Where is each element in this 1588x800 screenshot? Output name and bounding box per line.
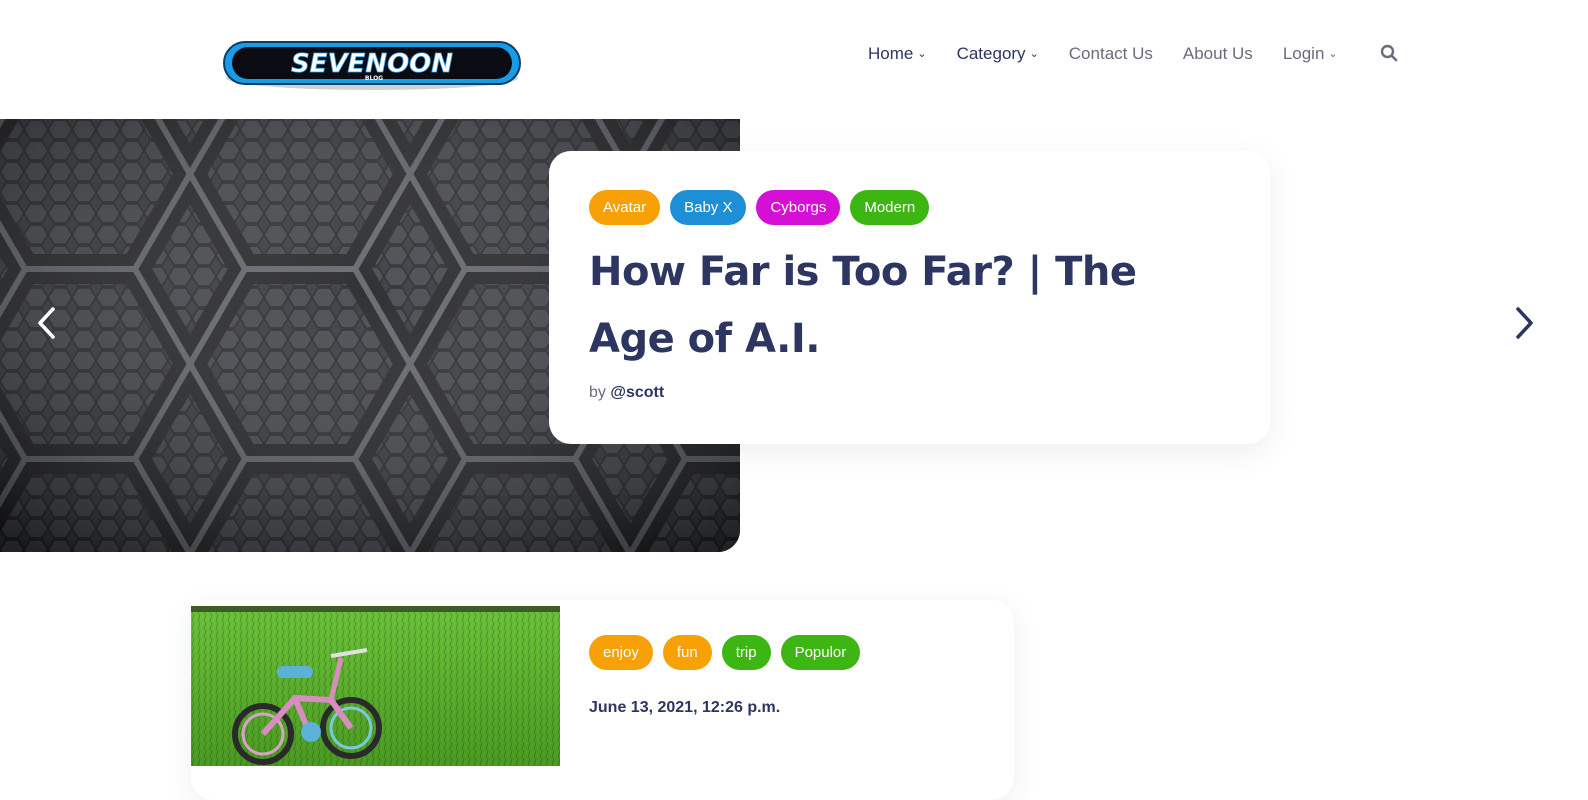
tag-modern[interactable]: Modern [850, 190, 930, 225]
tag-fun[interactable]: fun [662, 635, 712, 670]
nav-category[interactable]: Category ⌄ [957, 44, 1039, 64]
tag-populor[interactable]: Populor [780, 635, 861, 670]
by-label: by [589, 384, 606, 401]
nav-login[interactable]: Login ⌄ [1283, 44, 1338, 64]
tag-enjoy[interactable]: enjoy [589, 635, 653, 670]
post-image[interactable] [191, 606, 560, 766]
post-tags: enjoy fun trip Populor [589, 635, 861, 670]
slider-prev-button[interactable] [34, 305, 60, 341]
slider-next-button[interactable] [1511, 305, 1537, 341]
site-logo[interactable]: SEVENOON BLOG [222, 38, 522, 94]
chevron-right-icon [1516, 307, 1533, 339]
nav-home-label: Home [868, 44, 914, 63]
nav-login-label: Login [1282, 44, 1325, 63]
chevron-down-icon: ⌄ [917, 47, 927, 60]
search-icon[interactable] [1380, 44, 1398, 62]
main-nav: Home ⌄ Category ⌄ Contact Us About Us Lo… [868, 42, 1368, 66]
author-link[interactable]: @scott [610, 384, 664, 401]
tag-avatar[interactable]: Avatar [589, 190, 661, 225]
nav-category-label: Category [956, 44, 1026, 63]
featured-post-title[interactable]: How Far is Too Far? | The Age of A.I. [589, 239, 1209, 373]
featured-post-card: Avatar Baby X Cyborgs Modern How Far is … [549, 151, 1270, 444]
tag-cyborgs[interactable]: Cyborgs [756, 190, 841, 225]
chevron-down-icon: ⌄ [1328, 47, 1338, 60]
nav-contact-label: Contact Us [1068, 44, 1153, 63]
nav-home[interactable]: Home ⌄ [868, 44, 927, 64]
featured-byline: by @scott [589, 384, 664, 402]
post-date: June 13, 2021, 12:26 p.m. [589, 699, 781, 716]
nav-about-label: About Us [1182, 44, 1253, 63]
chevron-left-icon [38, 307, 55, 339]
featured-tags: Avatar Baby X Cyborgs Modern [589, 190, 930, 225]
nav-contact-us[interactable]: Contact Us [1069, 44, 1153, 64]
tag-trip[interactable]: trip [721, 635, 771, 670]
logo-subtext: BLOG [365, 75, 383, 82]
chevron-down-icon: ⌄ [1029, 47, 1039, 60]
nav-about-us[interactable]: About Us [1183, 44, 1253, 64]
tag-baby-x[interactable]: Baby X [670, 190, 747, 225]
